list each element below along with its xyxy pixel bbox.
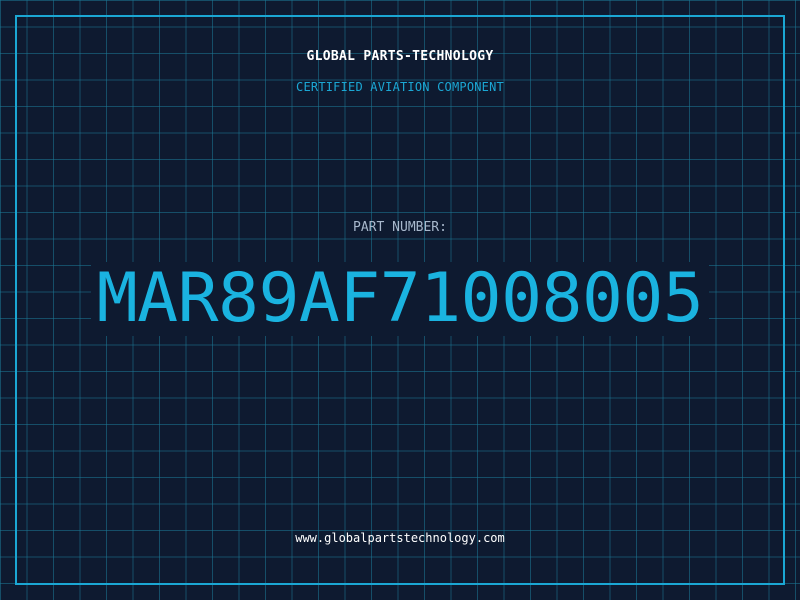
company-name: GLOBAL PARTS-TECHNOLOGY: [306, 49, 494, 64]
certification-subtitle: CERTIFIED AVIATION COMPONENT: [296, 80, 504, 94]
part-number-value: MAR89AF71008005: [90, 262, 710, 336]
label-canvas: GLOBAL PARTS-TECHNOLOGY CERTIFIED AVIATI…: [0, 0, 800, 600]
part-number-container: MAR89AF71008005: [0, 262, 800, 336]
website-url: www.globalpartstechnology.com: [295, 531, 505, 545]
part-number-label: PART NUMBER:: [353, 220, 447, 235]
